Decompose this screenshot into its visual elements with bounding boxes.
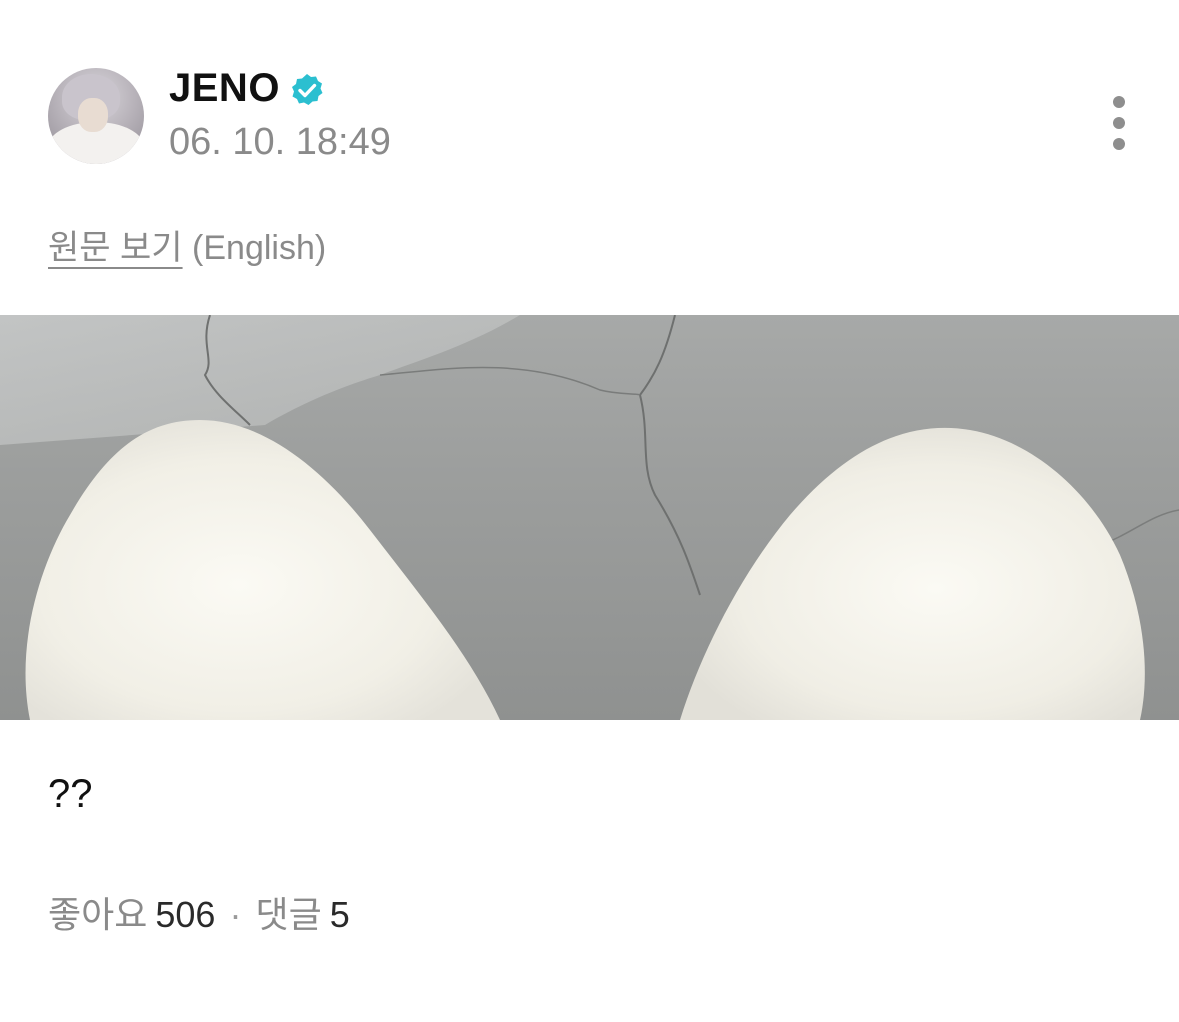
original-language-label: (English) (192, 229, 327, 267)
author-name[interactable]: JENO (169, 66, 280, 111)
post-body-text: ?? (48, 772, 93, 816)
translate-row: 원문 보기 (English) (48, 220, 326, 269)
comments-label: 댓글 (255, 894, 322, 935)
more-dot-icon (1113, 138, 1125, 150)
comments-count: 5 (329, 894, 350, 935)
author-avatar[interactable] (48, 68, 144, 164)
verified-badge-icon (292, 74, 323, 105)
photo-content (0, 315, 1179, 720)
likes-count: 506 (155, 894, 216, 935)
more-options-button[interactable] (1100, 92, 1138, 156)
stats-separator: · (229, 894, 242, 935)
post-timestamp: 06. 10. 18:49 (169, 121, 391, 163)
likes-label: 좋아요 (48, 894, 148, 935)
likes-stat[interactable]: 좋아요 506 (48, 894, 215, 935)
post-photo[interactable] (0, 315, 1179, 720)
more-dot-icon (1113, 117, 1125, 129)
view-original-link[interactable]: 원문 보기 (48, 229, 183, 267)
comments-stat[interactable]: 댓글 5 (255, 894, 349, 935)
avatar-face (78, 98, 108, 132)
more-dot-icon (1113, 96, 1125, 108)
post-stats: 좋아요 506 · 댓글 5 (48, 886, 350, 938)
